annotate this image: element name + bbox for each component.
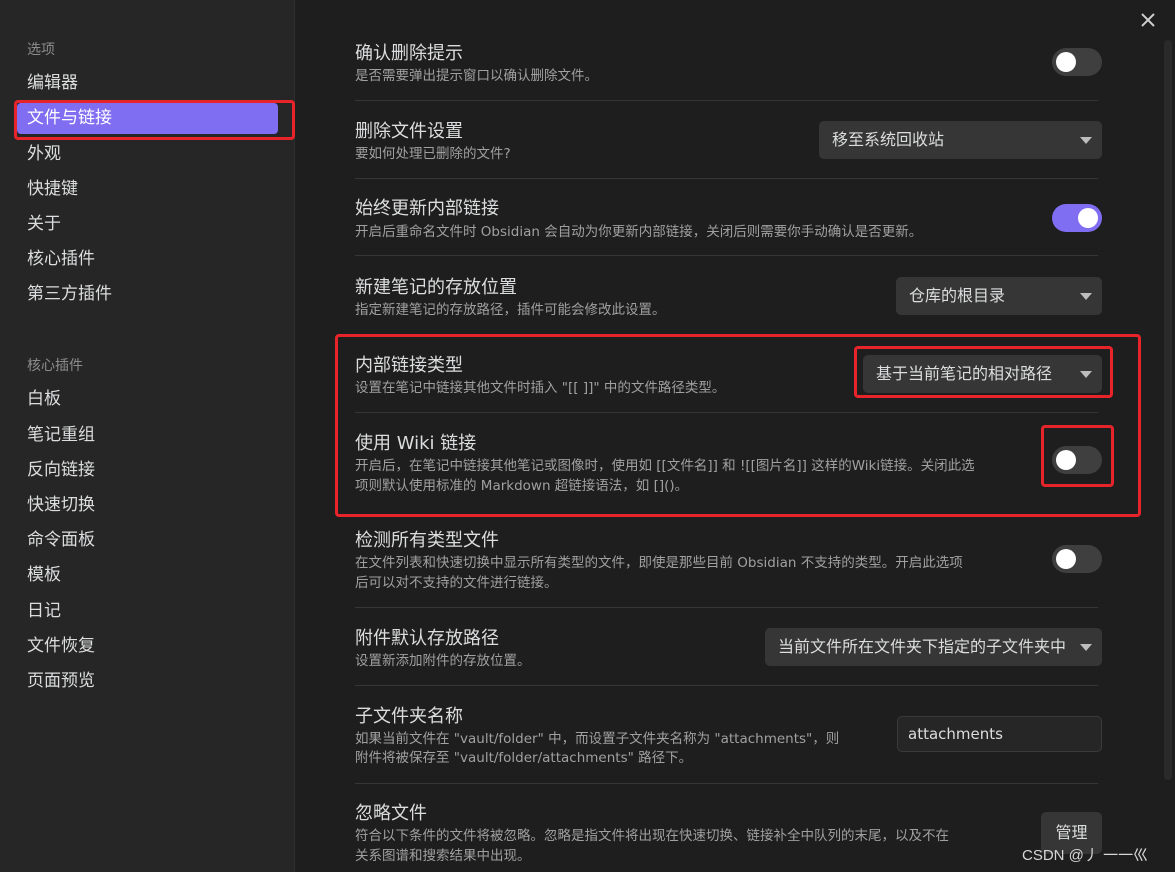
scrollbar[interactable] — [1164, 40, 1172, 780]
setting-ignore-files: 忽略文件 符合以下条件的文件将被忽略。忽略是指文件将出现在快速切换、链接补全中队… — [355, 790, 1102, 872]
sidebar-item-hotkeys[interactable]: 快捷键 — [17, 174, 278, 205]
detect-all-types-toggle[interactable] — [1052, 545, 1102, 573]
setting-description-line-2: 项则默认使用标准的 Markdown 超链接语法，如 []()。 — [355, 478, 689, 494]
setting-description-line-2: 关系图谱和搜索结果中出现。 — [355, 848, 531, 864]
select-value: 仓库的根目录 — [909, 286, 1006, 305]
setting-name: 忽略文件 — [355, 803, 427, 824]
setting-update-links: 始终更新内部链接 开启后重命名文件时 Obsidian 会自动为你更新内部链接，… — [355, 185, 1102, 256]
chevron-down-icon — [1080, 137, 1092, 144]
sidebar-item-file-recovery[interactable]: 文件恢复 — [17, 631, 278, 662]
setting-name: 检测所有类型文件 — [355, 530, 499, 551]
setting-confirm-delete: 确认删除提示 是否需要弹出提示窗口以确认删除文件。 — [355, 30, 1102, 101]
subfolder-name-input[interactable]: attachments — [897, 716, 1102, 752]
setting-name: 内部链接类型 — [355, 355, 463, 376]
sidebar-item-core-plugins[interactable]: 核心插件 — [17, 244, 278, 275]
sidebar-item-command-palette[interactable]: 命令面板 — [17, 525, 278, 556]
watermark: CSDN @丿 一一巛 — [1022, 847, 1149, 864]
setting-description-line-1: 开启后，在笔记中链接其他笔记或图像时，使用如 [[文件名]] 和 ![[图片名]… — [355, 458, 975, 474]
setting-name: 新建笔记的存放位置 — [355, 277, 517, 298]
setting-name: 子文件夹名称 — [355, 706, 463, 727]
setting-description: 是否需要弹出提示窗口以确认删除文件。 — [355, 68, 598, 84]
setting-name: 始终更新内部链接 — [355, 198, 499, 219]
sidebar-item-canvas[interactable]: 白板 — [17, 384, 278, 415]
setting-new-note-location: 新建笔记的存放位置 指定新建笔记的存放路径，插件可能会修改此设置。 仓库的根目录 — [355, 264, 1102, 335]
sidebar-item-files-links[interactable]: 文件与链接 — [17, 103, 278, 134]
sidebar-item-templates[interactable]: 模板 — [17, 560, 278, 591]
sidebar-item-daily-notes[interactable]: 日记 — [17, 596, 278, 627]
wiki-links-toggle[interactable] — [1052, 446, 1102, 474]
update-links-toggle[interactable] — [1052, 204, 1102, 232]
settings-sidebar: 选项 编辑器 文件与链接 外观 快捷键 关于 核心插件 第三方插件 核心插件 白… — [0, 0, 295, 872]
setting-name: 删除文件设置 — [355, 121, 463, 142]
settings-content: 确认删除提示 是否需要弹出提示窗口以确认删除文件。 删除文件设置 要如何处理已删… — [295, 0, 1175, 872]
sidebar-section-plugins-title: 核心插件 — [27, 358, 83, 374]
setting-wiki-links: 使用 Wiki 链接 开启后，在笔记中链接其他笔记或图像时，使用如 [[文件名]… — [355, 420, 1102, 508]
chevron-down-icon — [1080, 293, 1092, 300]
setting-description: 设置在笔记中链接其他文件时插入 "[[ ]]" 中的文件路径类型。 — [355, 380, 726, 396]
confirm-delete-toggle[interactable] — [1052, 48, 1102, 76]
sidebar-item-editor[interactable]: 编辑器 — [17, 68, 278, 99]
sidebar-item-about[interactable]: 关于 — [17, 209, 278, 240]
setting-link-format: 内部链接类型 设置在笔记中链接其他文件时插入 "[[ ]]" 中的文件路径类型。… — [355, 342, 1102, 413]
sidebar-item-quick-switcher[interactable]: 快速切换 — [17, 490, 278, 521]
link-format-select[interactable]: 基于当前笔记的相对路径 — [863, 355, 1102, 393]
setting-description: 开启后重命名文件时 Obsidian 会自动为你更新内部链接，关闭后则需要你手动… — [355, 224, 923, 240]
select-value: 基于当前笔记的相对路径 — [876, 364, 1053, 383]
sidebar-item-note-composer[interactable]: 笔记重组 — [17, 420, 278, 451]
select-value: 移至系统回收站 — [832, 130, 945, 149]
setting-description-line-1: 符合以下条件的文件将被忽略。忽略是指文件将出现在快速切换、链接补全中队列的末尾，… — [355, 828, 949, 844]
setting-name: 附件默认存放路径 — [355, 628, 499, 649]
setting-detect-all-types: 检测所有类型文件 在文件列表和快速切换中显示所有类型的文件，即使是那些目前 Ob… — [355, 517, 1102, 608]
setting-description-line-2: 附件将被保存至 "vault/folder/attachments" 路径下。 — [355, 750, 693, 766]
sidebar-item-page-preview[interactable]: 页面预览 — [17, 666, 278, 697]
sidebar-item-appearance[interactable]: 外观 — [17, 139, 278, 170]
chevron-down-icon — [1080, 644, 1092, 651]
attachment-path-select[interactable]: 当前文件所在文件夹下指定的子文件夹中 — [765, 628, 1102, 666]
sidebar-item-community-plugins[interactable]: 第三方插件 — [17, 279, 278, 310]
setting-delete-files: 删除文件设置 要如何处理已删除的文件? 移至系统回收站 — [355, 108, 1102, 179]
setting-description-line-1: 如果当前文件在 "vault/folder" 中，而设置子文件夹名称为 "att… — [355, 731, 840, 747]
setting-name: 确认删除提示 — [355, 43, 463, 64]
sidebar-section-options-title: 选项 — [27, 42, 55, 58]
close-icon[interactable] — [1138, 10, 1158, 30]
setting-description: 指定新建笔记的存放路径，插件可能会修改此设置。 — [355, 302, 666, 318]
setting-attachment-path: 附件默认存放路径 设置新添加附件的存放位置。 当前文件所在文件夹下指定的子文件夹… — [355, 615, 1102, 686]
chevron-down-icon — [1080, 371, 1092, 378]
setting-description-line-1: 在文件列表和快速切换中显示所有类型的文件，即使是那些目前 Obsidian 不支… — [355, 555, 963, 571]
new-note-location-select[interactable]: 仓库的根目录 — [896, 277, 1102, 315]
setting-subfolder-name: 子文件夹名称 如果当前文件在 "vault/folder" 中，而设置子文件夹名… — [355, 693, 1102, 784]
setting-description-line-2: 后可以对不支持的文件进行链接。 — [355, 575, 558, 591]
select-value: 当前文件所在文件夹下指定的子文件夹中 — [778, 637, 1067, 656]
delete-files-select[interactable]: 移至系统回收站 — [819, 121, 1102, 159]
setting-name: 使用 Wiki 链接 — [355, 433, 477, 454]
setting-description: 设置新添加附件的存放位置。 — [355, 653, 531, 669]
setting-description: 要如何处理已删除的文件? — [355, 146, 511, 162]
sidebar-item-backlinks[interactable]: 反向链接 — [17, 455, 278, 486]
